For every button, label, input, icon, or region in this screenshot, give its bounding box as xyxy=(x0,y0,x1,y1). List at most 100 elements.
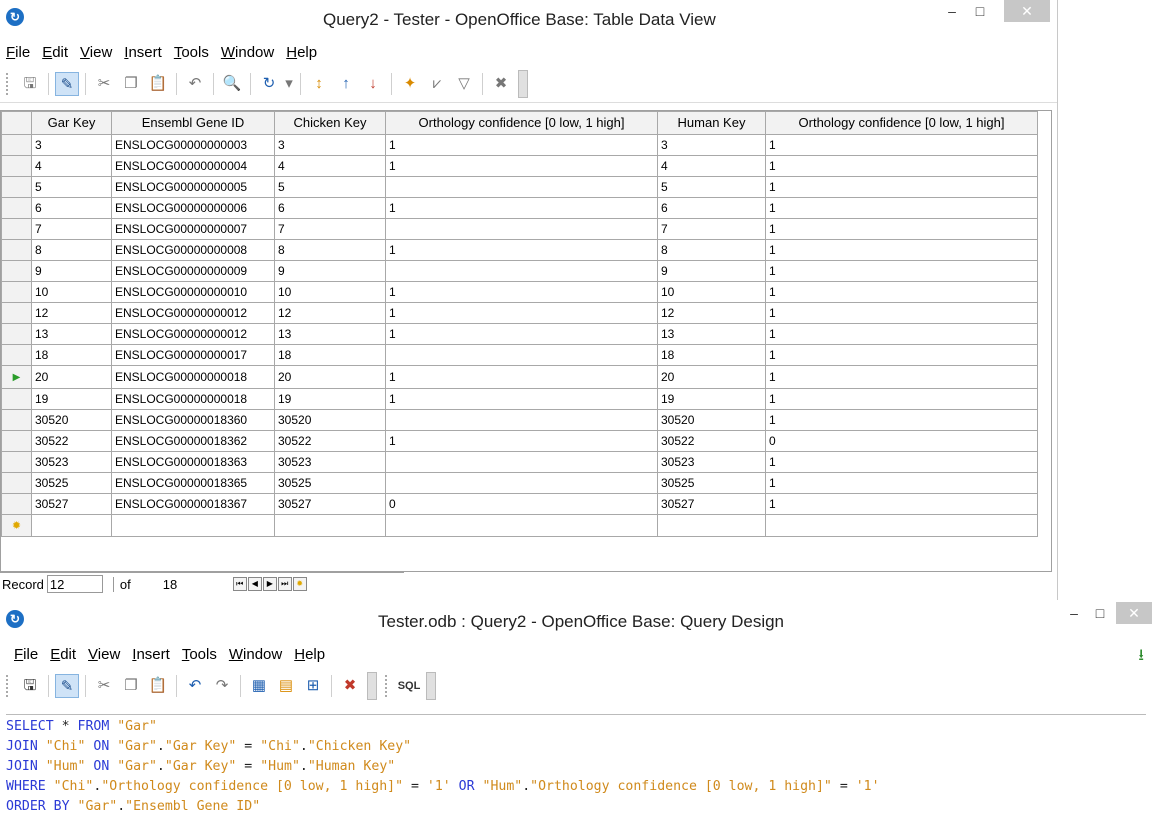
table-cell[interactable]: 30520 xyxy=(657,409,766,431)
row-header[interactable] xyxy=(1,281,32,303)
table-cell[interactable]: 1 xyxy=(385,155,658,177)
table-row[interactable]: 30523 ENSLOCG00000018363 30523 30523 1 xyxy=(1,451,1038,473)
row-header[interactable] xyxy=(1,239,32,261)
row-header[interactable] xyxy=(1,218,32,240)
table-cell[interactable]: 1 xyxy=(385,239,658,261)
table-cell[interactable]: 8 xyxy=(31,239,112,261)
column-header[interactable]: Ensembl Gene ID xyxy=(111,111,275,135)
refresh-icon[interactable]: ↻ xyxy=(257,72,281,96)
run-query-icon[interactable]: ▦ xyxy=(247,674,271,698)
table-cell[interactable]: 1 xyxy=(765,493,1038,515)
table-cell[interactable]: 1 xyxy=(765,239,1038,261)
column-header[interactable]: Gar Key xyxy=(31,111,112,135)
table-cell[interactable]: 12 xyxy=(657,302,766,324)
table-cell[interactable]: 1 xyxy=(765,218,1038,240)
row-header[interactable] xyxy=(1,344,32,366)
table-cell[interactable]: 1 xyxy=(385,388,658,410)
close-icon[interactable]: ✕ xyxy=(1116,602,1152,624)
table-cell[interactable]: 5 xyxy=(274,176,386,198)
table-cell[interactable]: 10 xyxy=(657,281,766,303)
table-cell[interactable] xyxy=(385,409,658,431)
table-cell[interactable] xyxy=(385,472,658,494)
menu-insert[interactable]: Insert xyxy=(124,44,162,61)
menu-edit[interactable]: Edit xyxy=(42,44,68,61)
menu-view[interactable]: View xyxy=(88,646,120,663)
table-cell[interactable]: 6 xyxy=(31,197,112,219)
toolbar-grip[interactable] xyxy=(6,73,12,95)
table-cell[interactable]: 1 xyxy=(765,388,1038,410)
table-cell[interactable]: 13 xyxy=(657,323,766,345)
table-cell[interactable]: ENSLOCG00000000007 xyxy=(111,218,275,240)
table-cell[interactable]: ENSLOCG00000000009 xyxy=(111,260,275,282)
toolbar-overflow-icon[interactable] xyxy=(367,672,377,700)
table-cell[interactable] xyxy=(385,514,658,537)
row-header[interactable] xyxy=(1,472,32,494)
table-row[interactable]: 6 ENSLOCG00000000006 6 1 6 1 xyxy=(1,197,1038,219)
table-row[interactable]: 19 ENSLOCG00000000018 19 1 19 1 xyxy=(1,388,1038,410)
table-cell[interactable]: 5 xyxy=(31,176,112,198)
table-cell[interactable]: 1 xyxy=(385,281,658,303)
sql-line[interactable]: JOIN "Hum" ON "Gar"."Gar Key" = "Hum"."H… xyxy=(6,757,1146,777)
table-cell[interactable]: 5 xyxy=(657,176,766,198)
table-row[interactable]: ▶ 20 ENSLOCG00000000018 20 1 20 1 xyxy=(1,365,1038,389)
table-cell[interactable]: 10 xyxy=(274,281,386,303)
table-cell[interactable]: ENSLOCG00000000006 xyxy=(111,197,275,219)
table-cell[interactable]: 3 xyxy=(274,134,386,156)
table-cell[interactable] xyxy=(111,514,275,537)
row-header[interactable] xyxy=(1,493,32,515)
table-cell[interactable]: 1 xyxy=(765,176,1038,198)
menu-tools[interactable]: Tools xyxy=(174,44,209,61)
table-cell[interactable]: 0 xyxy=(765,430,1038,452)
table-row[interactable]: 30520 ENSLOCG00000018360 30520 30520 1 xyxy=(1,409,1038,431)
record-number-input[interactable]: 12 xyxy=(46,575,103,593)
table-cell[interactable]: 18 xyxy=(31,344,112,366)
column-header[interactable]: Orthology confidence [0 low, 1 high] xyxy=(385,111,658,135)
maximize-icon[interactable]: □ xyxy=(968,0,992,22)
table-cell[interactable]: 1 xyxy=(385,197,658,219)
cut-icon[interactable]: ✂ xyxy=(92,72,116,96)
table-cell[interactable]: 3 xyxy=(657,134,766,156)
edit-mode-icon[interactable]: ✎ xyxy=(55,674,79,698)
table-cell[interactable]: ENSLOCG00000000018 xyxy=(111,388,275,410)
sql-line[interactable]: SELECT * FROM "Gar" xyxy=(6,717,1146,737)
table-cell[interactable]: 30522 xyxy=(657,430,766,452)
table-cell[interactable]: 13 xyxy=(274,323,386,345)
next-record-icon[interactable]: ▶ xyxy=(262,577,277,591)
toolbar-overflow-icon[interactable] xyxy=(426,672,436,700)
save-icon[interactable]: 🖫 xyxy=(18,72,42,96)
table-cell[interactable]: ENSLOCG00000018367 xyxy=(111,493,275,515)
redo-icon[interactable]: ↷ xyxy=(210,674,234,698)
table-cell[interactable]: ENSLOCG00000000010 xyxy=(111,281,275,303)
delete-icon[interactable]: ✖ xyxy=(338,674,362,698)
row-header[interactable] xyxy=(1,302,32,324)
close-icon[interactable]: ✕ xyxy=(1004,0,1050,22)
table-cell[interactable]: 10 xyxy=(31,281,112,303)
new-record-icon[interactable]: ✹ xyxy=(1,514,32,537)
table-cell[interactable]: 1 xyxy=(765,409,1038,431)
table-cell[interactable]: 9 xyxy=(31,260,112,282)
table-cell[interactable]: 30520 xyxy=(31,409,112,431)
row-header[interactable] xyxy=(1,451,32,473)
table-cell[interactable]: 1 xyxy=(765,260,1038,282)
row-header[interactable] xyxy=(1,409,32,431)
table-cell[interactable]: 30525 xyxy=(274,472,386,494)
new-record-icon[interactable]: ✹ xyxy=(292,577,307,591)
add-table-icon[interactable]: ⊞ xyxy=(301,674,325,698)
column-header[interactable]: Chicken Key xyxy=(274,111,386,135)
table-cell[interactable]: 1 xyxy=(765,344,1038,366)
table-cell[interactable]: 8 xyxy=(657,239,766,261)
table-cell[interactable]: 6 xyxy=(274,197,386,219)
table-cell[interactable]: 30523 xyxy=(657,451,766,473)
undo-icon[interactable]: ↶ xyxy=(183,674,207,698)
table-row[interactable]: 30522 ENSLOCG00000018362 30522 1 30522 0 xyxy=(1,430,1038,452)
sort-descending-icon[interactable]: ↓ xyxy=(361,72,385,96)
row-header[interactable] xyxy=(1,388,32,410)
table-row[interactable]: 5 ENSLOCG00000000005 5 5 1 xyxy=(1,176,1038,198)
table-row[interactable]: 9 ENSLOCG00000000009 9 9 1 xyxy=(1,260,1038,282)
menu-file[interactable]: File xyxy=(6,44,30,61)
table-cell[interactable] xyxy=(765,514,1038,537)
table-cell[interactable]: 30525 xyxy=(657,472,766,494)
table-cell[interactable] xyxy=(274,514,386,537)
clear-query-icon[interactable]: ▤ xyxy=(274,674,298,698)
table-cell[interactable]: 4 xyxy=(274,155,386,177)
